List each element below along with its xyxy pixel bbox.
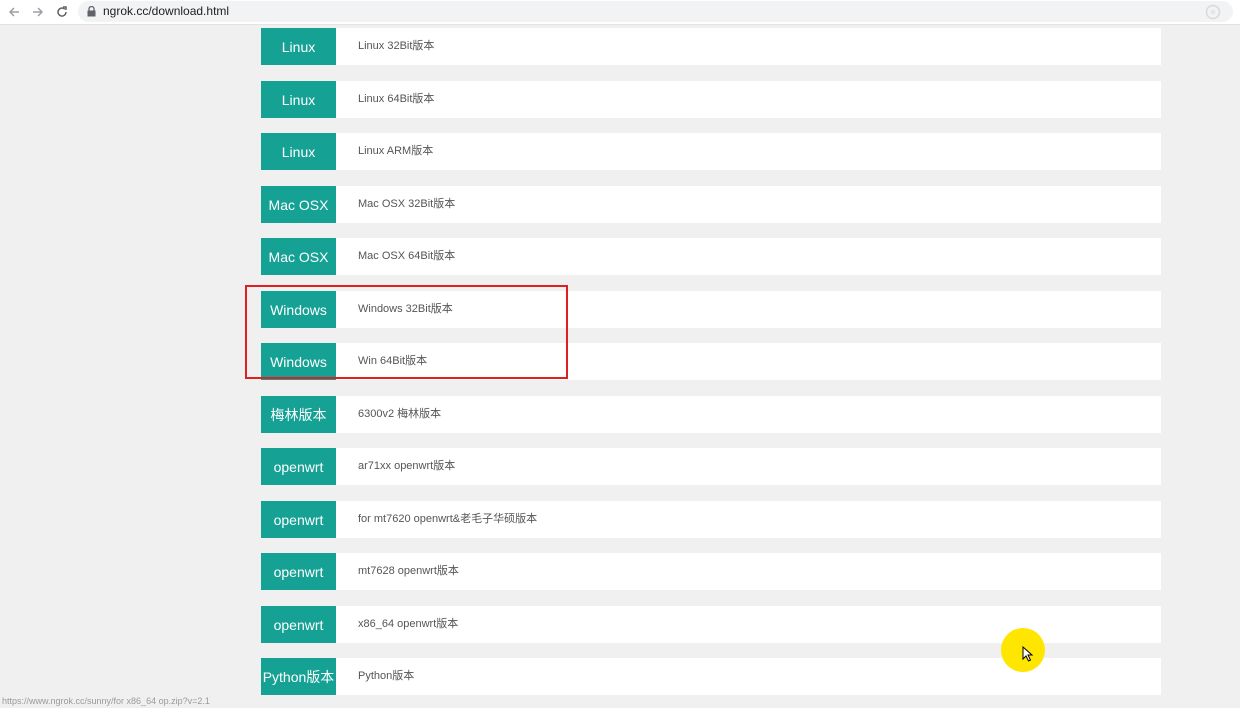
download-version-link[interactable]: Mac OSX 64Bit版本 [358,238,455,275]
back-button[interactable] [4,2,24,22]
download-row[interactable]: Mac OSX Mac OSX 64Bit版本 [261,238,1161,275]
download-row[interactable]: Linux Linux 64Bit版本 [261,81,1161,118]
download-row[interactable]: openwrt mt7628 openwrt版本 [261,553,1161,590]
extension-icon[interactable] [1205,4,1221,20]
download-platform-button[interactable]: Python版本 [261,658,336,695]
download-platform-button[interactable]: Mac OSX [261,238,336,275]
windows-highlight-box [245,285,568,379]
status-bar-url: https://www.ngrok.cc/sunny/for x86_64 op… [2,696,210,706]
download-platform-button[interactable]: openwrt [261,501,336,538]
reload-icon [57,6,67,17]
download-row[interactable]: 梅林版本 6300v2 梅林版本 [261,396,1161,433]
lock-icon [87,6,96,17]
download-version-link[interactable]: Linux ARM版本 [358,133,433,170]
download-platform-button[interactable]: Linux [261,133,336,170]
download-platform-button[interactable]: Mac OSX [261,186,336,223]
arrow-right-icon [33,7,44,17]
download-version-link[interactable]: 6300v2 梅林版本 [358,396,441,433]
browser-toolbar: ngrok.cc/download.html [0,0,1240,25]
arrow-left-icon [8,7,19,17]
download-platform-button[interactable]: openwrt [261,606,336,643]
download-version-link[interactable]: Linux 64Bit版本 [358,81,434,118]
download-version-link[interactable]: mt7628 openwrt版本 [358,553,459,590]
download-row[interactable]: Linux Linux 32Bit版本 [261,28,1161,65]
download-row[interactable]: openwrt for mt7620 openwrt&老毛子华硕版本 [261,501,1161,538]
download-platform-button[interactable]: openwrt [261,448,336,485]
download-platform-button[interactable]: openwrt [261,553,336,590]
download-version-link[interactable]: Python版本 [358,658,414,695]
download-version-link[interactable]: Mac OSX 32Bit版本 [358,186,455,223]
download-platform-button[interactable]: Linux [261,81,336,118]
download-platform-button[interactable]: 梅林版本 [261,396,336,433]
forward-button[interactable] [28,2,48,22]
download-platform-button[interactable]: Linux [261,28,336,65]
download-version-link[interactable]: for mt7620 openwrt&老毛子华硕版本 [358,501,537,538]
download-row[interactable]: Mac OSX Mac OSX 32Bit版本 [261,186,1161,223]
download-version-link[interactable]: ar71xx openwrt版本 [358,448,455,485]
mouse-cursor-icon [1022,646,1034,662]
download-version-link[interactable]: x86_64 openwrt版本 [358,606,458,643]
download-row[interactable]: Linux Linux ARM版本 [261,133,1161,170]
address-bar[interactable]: ngrok.cc/download.html [78,1,1233,22]
download-row[interactable]: openwrt ar71xx openwrt版本 [261,448,1161,485]
download-version-link[interactable]: Linux 32Bit版本 [358,28,434,65]
reload-button[interactable] [52,2,72,22]
url-text[interactable]: ngrok.cc/download.html [103,4,229,18]
